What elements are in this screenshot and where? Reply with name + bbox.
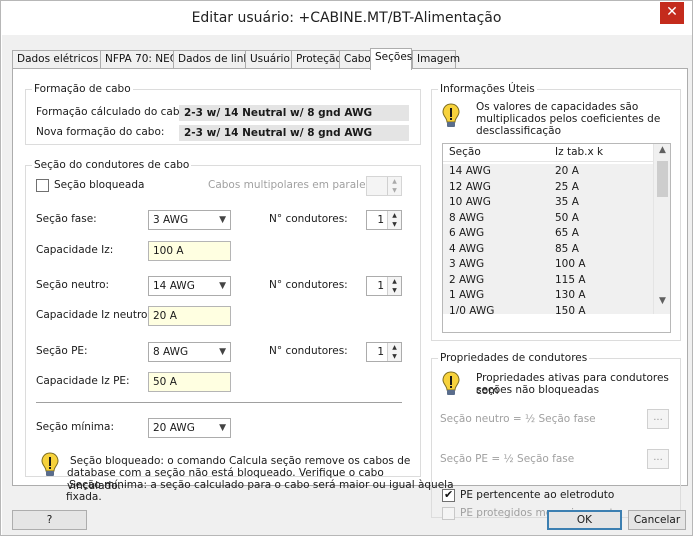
secao-pe-select[interactable]: 8 AWG ▼ [148, 342, 231, 362]
column-header-iz[interactable]: Iz tab.x k [555, 146, 603, 158]
capacity-table[interactable]: Seção Iz tab.x k 14 AWG 20 A 12 AWG 25 A 1… [442, 143, 671, 333]
table-row[interactable]: 6 AWG 65 A [443, 226, 654, 242]
tab-cabo[interactable]: Cabo [339, 50, 372, 69]
table-scrollbar[interactable]: ▲ ▼ [653, 144, 670, 314]
stepper-buttons[interactable]: ▲ ▼ [387, 211, 401, 229]
secao-bloqueada-checkbox[interactable] [36, 179, 49, 192]
table-row[interactable]: 3 AWG 100 A [443, 257, 654, 273]
group-title-informacoes: Informações Úteis [438, 83, 537, 95]
slider-track[interactable] [36, 402, 402, 403]
tab-dados-eletricos[interactable]: Dados elétricos [12, 50, 101, 69]
group-title-formacao: Formação de cabo [32, 83, 133, 95]
info-text-3: desclassificação [476, 125, 562, 137]
group-propriedades-condutores: Propriedades de condutores Propriedades … [431, 352, 681, 520]
neutro-meio-fase-button: ... [647, 409, 669, 429]
paralelo-label: Cabos multipolares em paralelos: [208, 179, 384, 191]
table-row[interactable]: 1 AWG 130 A [443, 288, 654, 304]
capacidade-iz-neutro-label: Capacidade Iz neutro: [36, 309, 151, 321]
lightbulb-icon [442, 103, 460, 127]
nova-formacao-value: 2-3 w/ 14 Neutral w/ 8 gnd AWG [179, 125, 409, 141]
tab-usuario[interactable]: Usuário [245, 50, 292, 69]
tab-nfpa-70-nec[interactable]: NFPA 70: NEC [100, 50, 177, 69]
secao-bloqueada-label[interactable]: Seção bloqueada [54, 179, 144, 191]
scroll-down-icon[interactable]: ▼ [654, 296, 670, 306]
secao-pe-label: Seção PE: [36, 345, 88, 357]
pe-protegidos-checkbox [442, 507, 455, 520]
stepper-buttons[interactable]: ▲ ▼ [387, 343, 401, 361]
capacidade-iz-label: Capacidade Iz: [36, 244, 114, 256]
secao-fase-label: Seção fase: [36, 213, 97, 225]
neutro-condutores-label: N° condutores: [269, 279, 348, 291]
secao-minima-select[interactable]: 20 AWG ▼ [148, 418, 231, 438]
note-line-3: Seção mínima: a seção calculado para o c… [69, 479, 454, 491]
scrollbar-thumb[interactable] [657, 161, 668, 197]
note-line-4: fixada. [66, 491, 102, 503]
capacidade-iz-pe-label: Capacidade Iz PE: [36, 375, 130, 387]
nova-formacao-label: Nova formação do cabo: [36, 126, 165, 138]
table-row[interactable]: 2 AWG 115 A [443, 272, 654, 288]
secao-minima-label: Seção mínima: [36, 421, 115, 433]
paralelo-stepper-buttons: ▲ ▼ [387, 177, 401, 195]
title-bar: Editar usuário: +CABINE.MT/BT-Alimentaçã… [1, 1, 692, 35]
chevron-down-icon: ▼ [219, 281, 226, 291]
group-informacoes-uteis: Informações Úteis Os valores de capacida… [431, 83, 681, 341]
help-button[interactable]: ? [12, 510, 87, 530]
group-title-propriedades: Propriedades de condutores [438, 352, 590, 364]
group-title-secao: Seção do condutores de cabo [32, 159, 192, 171]
dialog-window: Editar usuário: +CABINE.MT/BT-Alimentaçã… [0, 0, 693, 536]
tab-panel-secoes: Formação de cabo Formação cálculado do c… [12, 68, 688, 520]
chevron-down-icon: ▼ [219, 347, 226, 357]
group-formacao-de-cabo: Formação de cabo Formação cálculado do c… [25, 83, 421, 145]
secao-neutro-label: Seção neutro: [36, 279, 110, 291]
neutro-meio-fase-label: Seção neutro = ½ Seção fase [440, 413, 596, 425]
tab-secoes[interactable]: Seções [370, 48, 412, 70]
pe-eletroduto-label[interactable]: PE pertencente ao eletroduto [460, 489, 614, 501]
pe-eletroduto-checkbox[interactable] [442, 488, 455, 502]
table-row[interactable]: 1/0 AWG 150 A [443, 303, 654, 314]
formacao-calculado-value: 2-3 w/ 14 Neutral w/ 8 gnd AWG [179, 105, 409, 121]
pe-condutores-stepper[interactable]: 1 ▲ ▼ [366, 342, 402, 362]
pe-meio-fase-label: Seção PE = ½ Seção fase [440, 453, 575, 465]
fase-condutores-stepper[interactable]: 1 ▲ ▼ [366, 210, 402, 230]
table-row[interactable]: 10 AWG 35 A [443, 195, 654, 211]
table-row[interactable]: 4 AWG 85 A [443, 241, 654, 257]
lightbulb-icon [41, 452, 59, 476]
paralelo-stepper: ▲ ▼ [366, 176, 402, 196]
pe-meio-fase-button: ... [647, 449, 669, 469]
stepper-buttons[interactable]: ▲ ▼ [387, 277, 401, 295]
lightbulb-icon [442, 371, 460, 395]
group-secao-condutores: Seção do condutores de cabo Seção bloque… [25, 159, 421, 492]
dialog-body: Dados elétricos NFPA 70: NEC Dados de li… [2, 35, 692, 535]
formacao-calculado-label: Formação cálculado do cabo: [36, 106, 190, 118]
secao-fase-select[interactable]: 3 AWG ▼ [148, 210, 231, 230]
table-row[interactable]: 12 AWG 25 A [443, 179, 654, 195]
window-title: Editar usuário: +CABINE.MT/BT-Alimentaçã… [191, 10, 502, 26]
capacidade-iz-neutro-field[interactable]: 20 A [148, 306, 231, 326]
table-row[interactable]: 8 AWG 50 A [443, 210, 654, 226]
capacidade-iz-field[interactable]: 100 A [148, 241, 231, 261]
scroll-up-icon[interactable]: ▲ [654, 145, 670, 155]
table-row[interactable]: 14 AWG 20 A [443, 164, 654, 180]
pe-condutores-label: N° condutores: [269, 345, 348, 357]
chevron-down-icon: ▼ [219, 423, 226, 433]
chevron-down-icon: ▼ [219, 215, 226, 225]
capacidade-iz-pe-field[interactable]: 50 A [148, 372, 231, 392]
ok-button[interactable]: OK [547, 510, 622, 530]
neutro-condutores-stepper[interactable]: 1 ▲ ▼ [366, 276, 402, 296]
close-button[interactable]: ✕ [660, 2, 684, 24]
tab-protecao[interactable]: Proteção [291, 50, 342, 69]
fase-condutores-label: N° condutores: [269, 213, 348, 225]
table-header: Seção Iz tab.x k [443, 144, 670, 162]
secao-neutro-select[interactable]: 14 AWG ▼ [148, 276, 231, 296]
tab-imagem[interactable]: Imagem [412, 50, 460, 69]
props-text-2: seções não bloqueadas [476, 384, 600, 396]
column-header-secao[interactable]: Seção [449, 146, 481, 158]
tab-dados-de-linha[interactable]: Dados de linha [173, 50, 256, 69]
cancel-button[interactable]: Cancelar [628, 510, 686, 530]
